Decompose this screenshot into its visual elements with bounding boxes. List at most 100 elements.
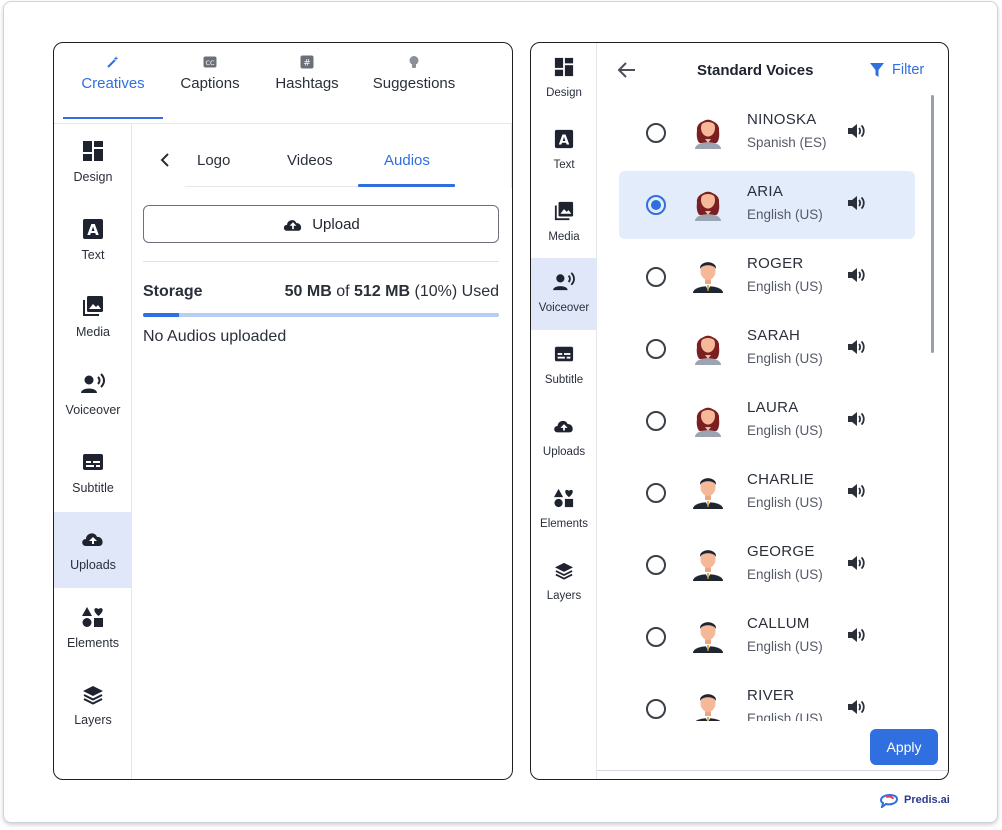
voice-radio[interactable] [646, 411, 666, 431]
speaker-icon[interactable] [847, 123, 865, 144]
voice-language: English (US) [747, 279, 823, 294]
design-icon [83, 141, 103, 161]
sidebar-item-text[interactable]: A Text [531, 115, 597, 187]
voice-row-laura[interactable]: LAURA English (US) [619, 387, 915, 455]
wand-icon [107, 56, 119, 68]
sidebar-item-subtitle[interactable]: Subtitle [54, 435, 132, 511]
sidebar-item-layers[interactable]: Layers [531, 546, 597, 608]
storage-progress-bar [143, 313, 499, 317]
sub-tab-bar: Logo Videos Audios [133, 124, 512, 188]
svg-text:#: # [303, 59, 311, 69]
sidebar-item-label: Voiceover [65, 403, 121, 417]
voiceover-icon [81, 373, 105, 393]
sidebar-item-elements[interactable]: Elements [531, 474, 597, 546]
speaker-icon[interactable] [847, 627, 865, 648]
voice-name: CHARLIE [747, 471, 815, 488]
sidebar-item-label: Elements [66, 636, 120, 650]
chevron-left-icon[interactable] [160, 153, 170, 167]
sidebar-item-label: Layers [74, 713, 112, 727]
arrow-left-icon[interactable] [617, 61, 637, 79]
sidebar-item-uploads[interactable]: Uploads [531, 402, 597, 474]
hashtag-icon: # [300, 55, 314, 69]
voice-radio[interactable] [646, 195, 666, 215]
layers-icon [83, 686, 103, 705]
brand-logo: Predis.ai [878, 792, 950, 808]
right-sidebar: Design A Text Media Voiceover Subtitle U… [531, 43, 597, 779]
sidebar-item-voiceover[interactable]: Voiceover [54, 357, 132, 433]
tab-captions[interactable]: CC Captions [174, 55, 246, 117]
male-avatar-icon [693, 257, 723, 298]
voice-row-george[interactable]: GEORGE English (US) [619, 531, 915, 599]
voice-radio[interactable] [646, 699, 666, 719]
speaker-icon[interactable] [847, 339, 865, 360]
speaker-icon[interactable] [847, 267, 865, 288]
empty-state-message: No Audios uploaded [143, 328, 287, 345]
voice-language: English (US) [747, 423, 823, 438]
voice-row-callum[interactable]: CALLUM English (US) [619, 603, 915, 671]
voice-radio[interactable] [646, 123, 666, 143]
sidebar-item-subtitle[interactable]: Subtitle [531, 330, 597, 402]
sidebar-item-uploads[interactable]: Uploads [54, 512, 132, 588]
voice-language: English (US) [747, 351, 823, 366]
sidebar-item-text[interactable]: A Text [54, 202, 132, 278]
speaker-icon[interactable] [847, 411, 865, 432]
sidebar-item-label: Media [548, 231, 580, 243]
design-icon [554, 57, 574, 77]
tab-label: Hashtags [275, 75, 339, 92]
female-avatar-icon [693, 401, 723, 442]
sidebar-item-design[interactable]: Design [531, 43, 597, 115]
divider [597, 770, 948, 771]
bulb-icon [409, 56, 419, 68]
text-icon: A [83, 219, 103, 239]
voice-row-sarah[interactable]: SARAH English (US) [619, 315, 915, 383]
tab-audios[interactable]: Audios [384, 152, 430, 169]
voice-name: CALLUM [747, 615, 810, 632]
voice-radio[interactable] [646, 555, 666, 575]
voice-name: GEORGE [747, 543, 815, 560]
sidebar-item-label: Uploads [70, 558, 116, 572]
voice-radio[interactable] [646, 483, 666, 503]
tab-label: Creatives [81, 75, 145, 92]
filter-button[interactable]: Filter [870, 62, 924, 78]
speaker-icon[interactable] [847, 483, 865, 504]
sidebar-item-elements[interactable]: Elements [54, 590, 132, 666]
uploads-panel: Creatives CC Captions # Hashtags Suggest… [53, 42, 513, 780]
voice-row-river[interactable]: RIVER English (US) [619, 675, 915, 721]
sidebar-item-layers[interactable]: Layers [54, 667, 132, 737]
sidebar-item-label: Uploads [542, 446, 586, 458]
voice-row-roger[interactable]: ROGER English (US) [619, 243, 915, 311]
voice-row-aria[interactable]: ARIA English (US) [619, 171, 915, 239]
sidebar-item-design[interactable]: Design [54, 124, 132, 200]
sidebar-item-label: Media [75, 325, 111, 339]
speaker-icon[interactable] [847, 699, 865, 720]
speaker-icon[interactable] [847, 195, 865, 216]
tab-creatives[interactable]: Creatives [63, 55, 163, 119]
upload-button-label: Upload [312, 215, 360, 233]
upload-cloud-icon [82, 533, 103, 546]
upload-button[interactable]: Upload [143, 205, 499, 243]
sidebar-item-media[interactable]: Media [54, 279, 132, 355]
sidebar-item-media[interactable]: Media [531, 187, 597, 259]
apply-button[interactable]: Apply [870, 729, 938, 765]
voice-row-ninoska[interactable]: NINOSKA Spanish (ES) [619, 99, 915, 167]
voice-radio[interactable] [646, 627, 666, 647]
media-icon [554, 201, 574, 221]
voice-language: English (US) [747, 639, 823, 654]
tab-label: Suggestions [372, 75, 456, 92]
voice-row-charlie[interactable]: CHARLIE English (US) [619, 459, 915, 527]
scrollbar[interactable] [931, 95, 934, 353]
tab-logo[interactable]: Logo [197, 152, 230, 169]
storage-progress-fill [143, 313, 179, 317]
voice-radio[interactable] [646, 267, 666, 287]
voices-title: Standard Voices [697, 62, 814, 79]
voice-radio[interactable] [646, 339, 666, 359]
tab-suggestions[interactable]: Suggestions [368, 55, 460, 117]
sidebar-item-label: Subtitle [72, 481, 114, 495]
voices-header: Standard Voices Filter [597, 43, 948, 99]
sidebar-item-label: Design [73, 170, 113, 184]
sidebar-item-voiceover[interactable]: Voiceover [531, 258, 597, 330]
tab-videos[interactable]: Videos [287, 152, 333, 169]
tab-hashtags[interactable]: # Hashtags [271, 55, 343, 117]
svg-text:CC: CC [205, 59, 215, 67]
speaker-icon[interactable] [847, 555, 865, 576]
